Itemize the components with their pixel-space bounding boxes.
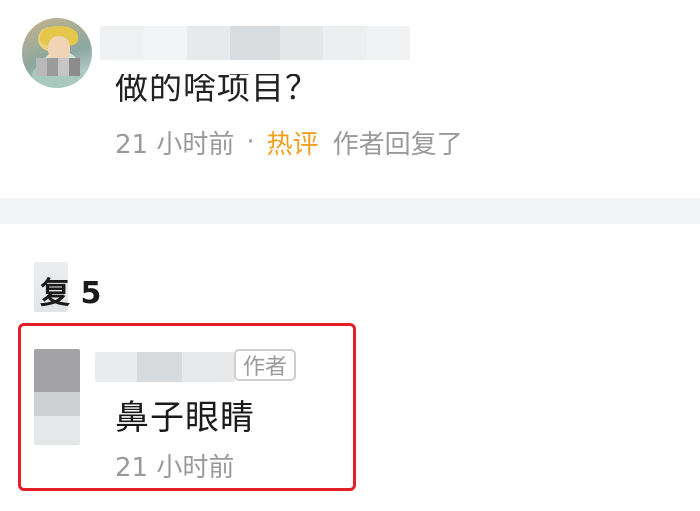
comment-text: 做的啥项目？	[115, 68, 319, 107]
comment-time: 21 小时前	[115, 129, 235, 160]
reply-time: 21 小时前	[115, 453, 235, 483]
avatar-mosaic-blur	[36, 58, 80, 76]
comment-meta: 21 小时前 · 热评 作者回复了	[115, 122, 463, 162]
hot-comment-badge: 热评	[266, 129, 319, 160]
reply-avatar-blurred[interactable]	[34, 349, 80, 445]
top-comment[interactable]: 做的啥项目？ 21 小时前 · 热评 作者回复了	[0, 0, 700, 198]
reply-text: 鼻子眼睛	[115, 398, 255, 438]
commenter-avatar[interactable]	[22, 18, 92, 88]
replies-count-label: 复 5	[40, 276, 102, 311]
meta-separator: ·	[246, 127, 255, 157]
commenter-name-blurred[interactable]	[100, 26, 410, 60]
author-replied-link[interactable]: 作者回复了	[333, 124, 463, 161]
replies-header: 复 5	[34, 260, 102, 320]
author-tag: 作者	[234, 349, 297, 381]
reply-author-name-blurred[interactable]	[95, 352, 235, 382]
section-divider	[0, 198, 700, 224]
